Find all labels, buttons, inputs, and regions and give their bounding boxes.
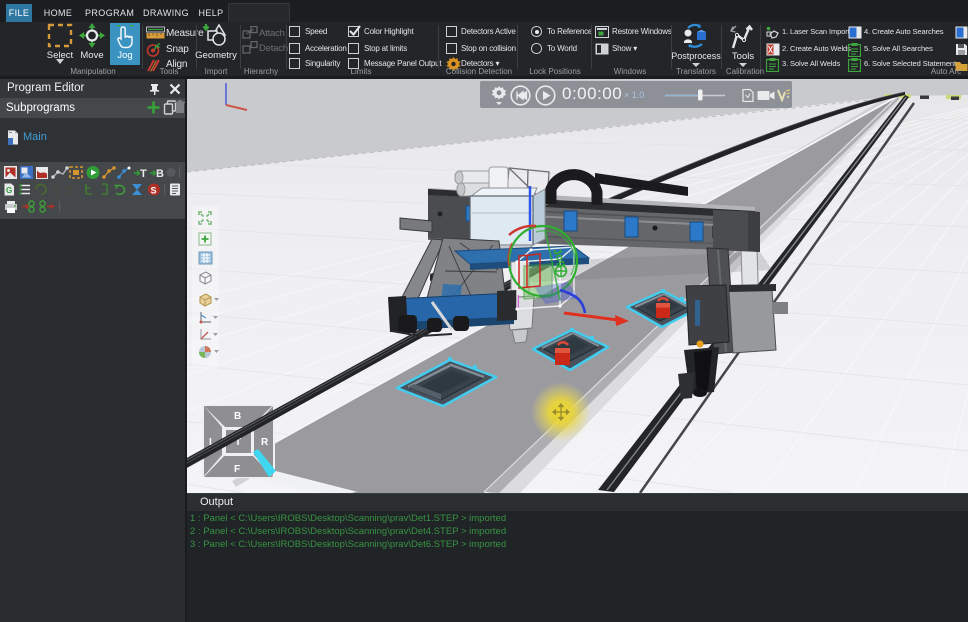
svg-text:R: R bbox=[261, 437, 269, 448]
svg-text:G: G bbox=[6, 186, 12, 195]
svg-text:B: B bbox=[234, 411, 241, 422]
svg-text:T: T bbox=[140, 168, 147, 180]
svg-text:F: F bbox=[234, 464, 240, 475]
svg-text:Ʒ: Ʒ bbox=[52, 185, 59, 197]
svg-text:Ƽ: Ƽ bbox=[67, 185, 73, 197]
svg-text:S: S bbox=[151, 186, 157, 196]
svg-text:B: B bbox=[156, 168, 164, 180]
